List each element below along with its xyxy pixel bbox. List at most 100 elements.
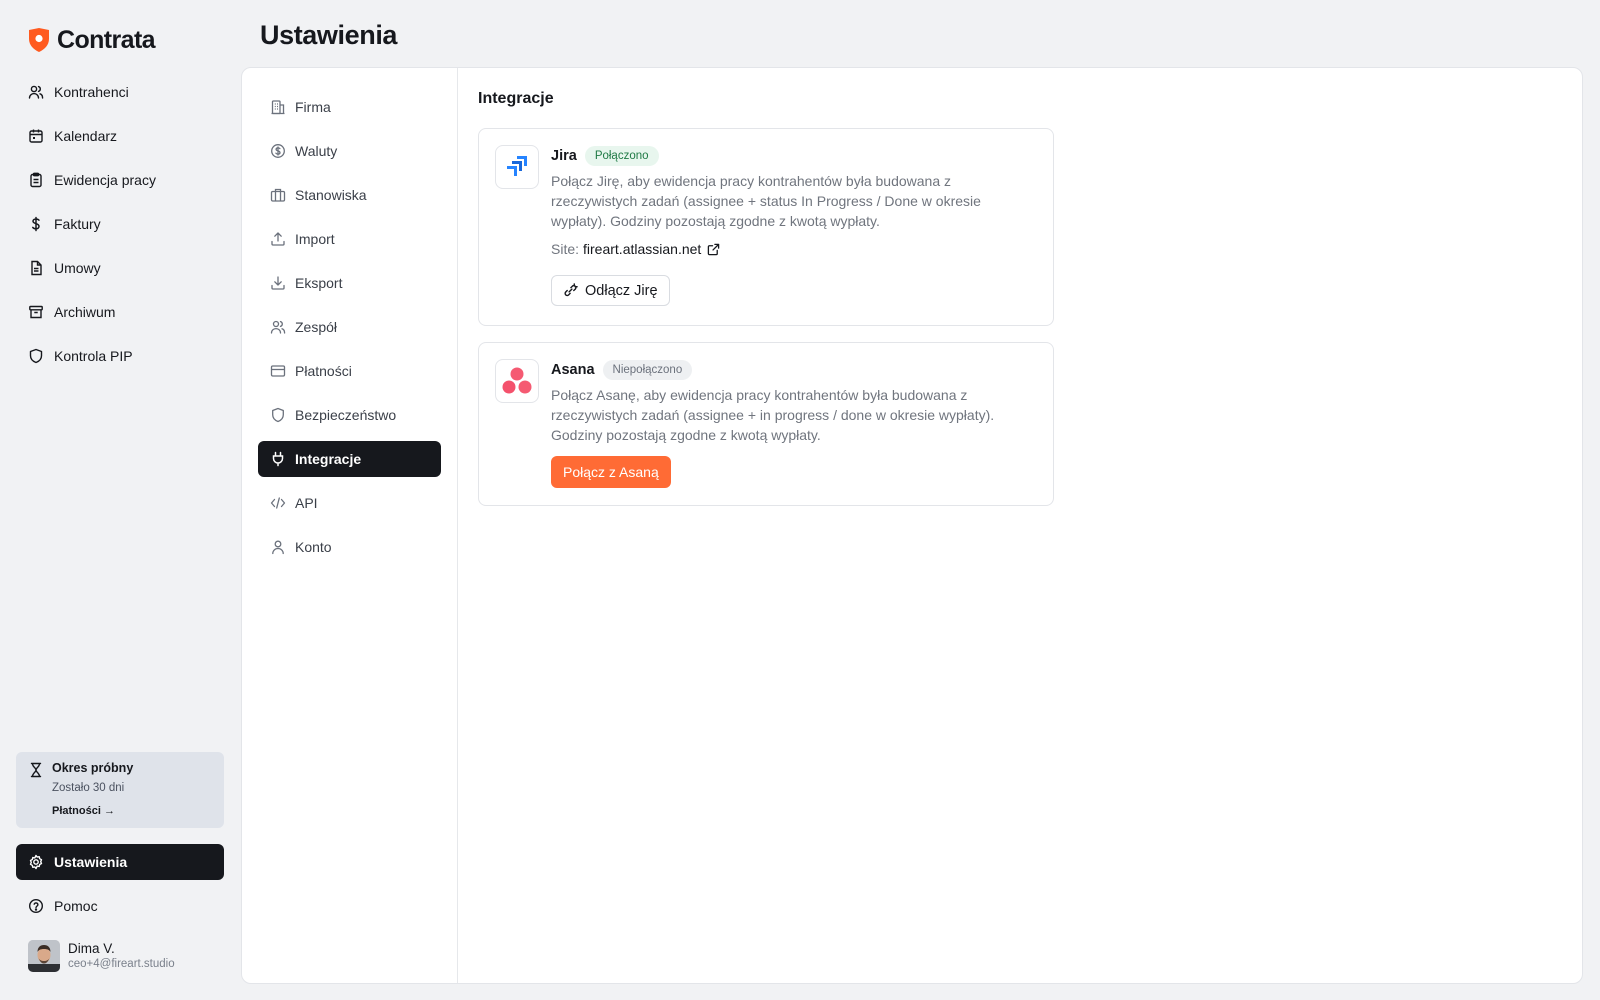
- app-logo[interactable]: Contrata: [27, 24, 156, 56]
- tab-waluty[interactable]: Waluty: [258, 133, 441, 169]
- nav-item-kontrahenci[interactable]: Kontrahenci: [16, 74, 224, 110]
- archive-icon: [29, 305, 43, 319]
- asana-logo-icon: [495, 359, 539, 403]
- nav-item-archiwum[interactable]: Archiwum: [16, 294, 224, 330]
- nav-label: Kalendarz: [54, 128, 118, 144]
- settings-panel: Firma Waluty Stanowiska Import Eksport Z…: [241, 67, 1583, 984]
- user-name: Dima V.: [68, 940, 115, 956]
- upload-icon: [271, 232, 285, 246]
- nav-label: Kontrahenci: [54, 84, 129, 100]
- tab-label: Konto: [295, 539, 332, 555]
- user-icon: [272, 540, 284, 555]
- asana-header: Asana Niepołączono: [551, 360, 693, 380]
- tab-label: Import: [295, 231, 335, 247]
- users-icon: [28, 85, 44, 99]
- tab-import[interactable]: Import: [258, 221, 441, 257]
- button-label: Połącz z Asaną: [563, 464, 659, 480]
- tab-zespol[interactable]: Zespół: [258, 309, 441, 345]
- clipboard-icon: [30, 172, 42, 188]
- shield-logo-icon: [29, 28, 49, 52]
- user-profile[interactable]: Dima V. ceo+4@fireart.studio: [28, 940, 175, 972]
- tab-label: Integracje: [295, 451, 362, 467]
- integrations-section: Integracje Jira Połączono Połącz Jirę, a…: [478, 68, 1582, 983]
- status-badge: Połączono: [584, 146, 659, 166]
- trial-card: Okres próbny Zostało 30 dni Płatności →: [16, 752, 224, 828]
- settings-nav: Firma Waluty Stanowiska Import Eksport Z…: [242, 68, 458, 983]
- tab-stanowiska[interactable]: Stanowiska: [258, 177, 441, 213]
- app-name: Asana: [551, 362, 595, 378]
- tab-label: Płatności: [295, 363, 352, 379]
- gear-icon: [29, 854, 43, 870]
- section-title: Integracje: [478, 90, 554, 107]
- help-circle-icon: [28, 898, 44, 914]
- document-icon: [31, 260, 42, 276]
- jira-integration-card: Jira Połączono Połącz Jirę, aby ewidencj…: [478, 128, 1054, 326]
- button-label: Odłącz Jirę: [585, 282, 658, 299]
- tab-label: API: [295, 495, 318, 511]
- app-name: Contrata: [57, 25, 156, 54]
- trial-title: Okres próbny: [52, 761, 134, 775]
- tab-eksport[interactable]: Eksport: [258, 265, 441, 301]
- tab-label: Firma: [295, 99, 331, 115]
- integration-description: Połącz Jirę, aby ewidencja pracy kontrah…: [551, 173, 981, 229]
- nav-label: Archiwum: [54, 304, 116, 320]
- tab-api[interactable]: API: [258, 485, 441, 521]
- external-link-icon[interactable]: [707, 243, 720, 256]
- nav-label: Pomoc: [54, 898, 98, 914]
- tab-label: Bezpieczeństwo: [295, 407, 397, 423]
- credit-card-icon: [270, 365, 286, 377]
- tab-label: Waluty: [295, 143, 338, 159]
- calendar-icon: [29, 129, 43, 143]
- connect-asana-button[interactable]: Połącz z Asaną: [551, 456, 671, 488]
- nav-label: Ewidencja pracy: [54, 172, 156, 188]
- tab-konto[interactable]: Konto: [258, 529, 441, 565]
- nav-item-ustawienia[interactable]: Ustawienia: [16, 844, 224, 880]
- tab-label: Stanowiska: [295, 187, 367, 203]
- nav-item-pomoc[interactable]: Pomoc: [16, 888, 224, 924]
- nav-item-kalendarz[interactable]: Kalendarz: [16, 118, 224, 154]
- main-nav: Kontrahenci Kalendarz Ewidencja pracy Fa…: [16, 74, 224, 382]
- status-badge: Niepołączono: [602, 360, 693, 380]
- nav-label: Ustawienia: [54, 854, 128, 870]
- app-name: Jira: [551, 148, 577, 164]
- nav-label: Faktury: [54, 216, 101, 232]
- nav-label: Kontrola PIP: [54, 348, 133, 364]
- integration-description: Połącz Asanę, aby ewidencja pracy kontra…: [551, 387, 995, 443]
- nav-label: Umowy: [54, 260, 101, 276]
- site-url-link[interactable]: fireart.atlassian.net: [583, 241, 701, 257]
- unlink-icon: [564, 283, 578, 297]
- page-title: Ustawienia: [260, 20, 398, 50]
- download-icon: [271, 276, 285, 290]
- sidebar: Contrata Kontrahenci Kalendarz Ewidencja…: [0, 0, 240, 1000]
- briefcase-icon: [270, 188, 286, 202]
- avatar: [28, 940, 60, 972]
- tab-label: Zespół: [295, 319, 338, 335]
- asana-integration-card: Asana Niepołączono Połącz Asanę, aby ewi…: [478, 342, 1054, 506]
- jira-logo-icon: [495, 145, 539, 189]
- nav-item-ewidencja-pracy[interactable]: Ewidencja pracy: [16, 162, 224, 198]
- shield-icon: [272, 407, 284, 423]
- plug-icon: [272, 451, 284, 467]
- tab-firma[interactable]: Firma: [258, 89, 441, 125]
- building-icon: [271, 100, 285, 115]
- nav-item-umowy[interactable]: Umowy: [16, 250, 224, 286]
- disconnect-jira-button[interactable]: Odłącz Jirę: [551, 275, 670, 306]
- shield-check-icon: [29, 348, 43, 364]
- trial-days-left: Zostało 30 dni: [52, 782, 125, 794]
- currency-icon: [271, 144, 285, 158]
- code-icon: [270, 497, 286, 509]
- tab-label: Eksport: [295, 275, 343, 291]
- nav-item-faktury[interactable]: Faktury: [16, 206, 224, 242]
- trial-payments-link[interactable]: Płatności →: [52, 804, 115, 818]
- tab-bezpieczenstwo[interactable]: Bezpieczeństwo: [258, 397, 441, 433]
- jira-header: Jira Połączono: [551, 146, 659, 166]
- jira-site: Site: fireart.atlassian.net: [551, 241, 720, 257]
- dollar-icon: [32, 216, 40, 232]
- site-label: Site:: [551, 241, 580, 257]
- hourglass-icon: [30, 762, 42, 778]
- tab-integracje[interactable]: Integracje: [258, 441, 441, 477]
- team-icon: [270, 320, 286, 334]
- tab-platnosci[interactable]: Płatności: [258, 353, 441, 389]
- user-email: ceo+4@fireart.studio: [68, 957, 175, 970]
- nav-item-kontrola-pip[interactable]: Kontrola PIP: [16, 338, 224, 374]
